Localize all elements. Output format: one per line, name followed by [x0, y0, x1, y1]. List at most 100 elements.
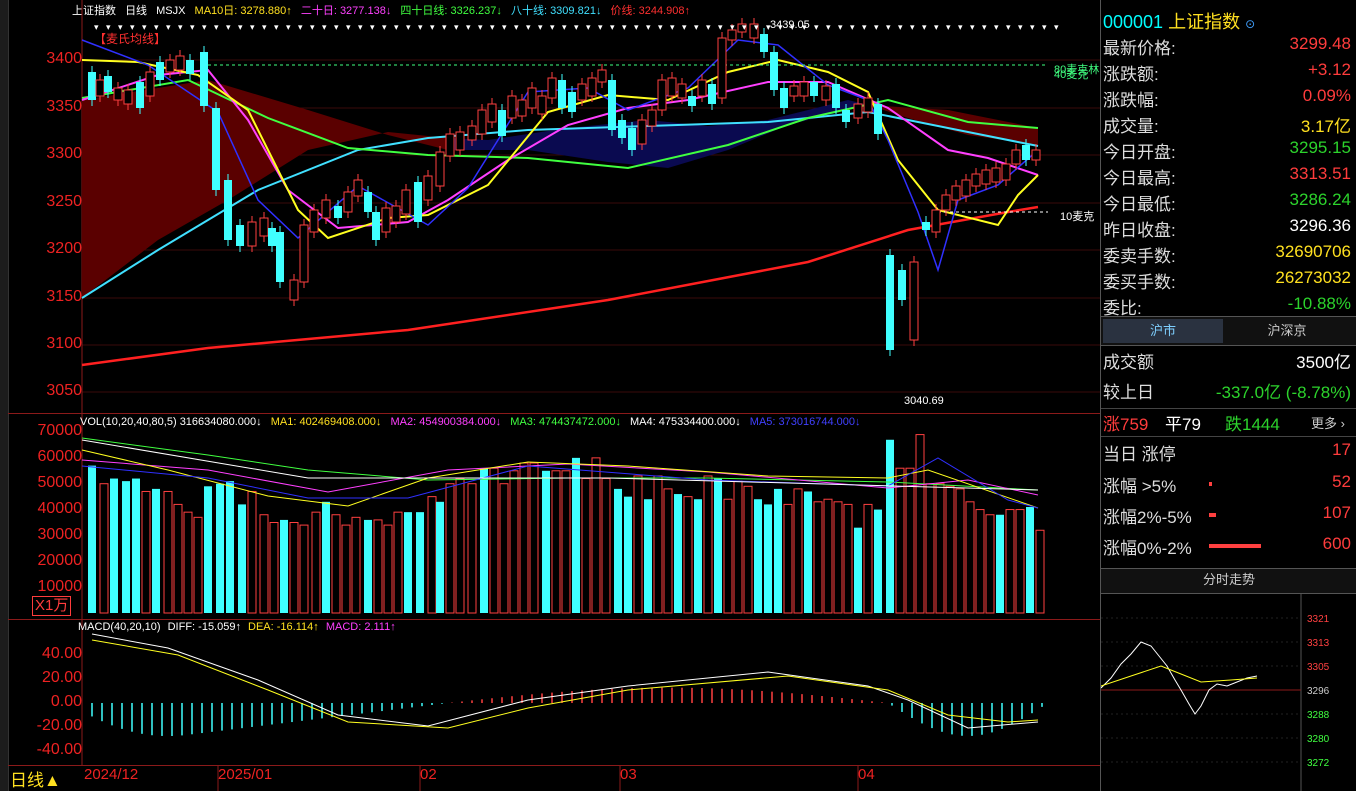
macd-dea: DEA: -16.114↑ — [248, 621, 319, 633]
candle-body — [343, 191, 353, 213]
quote-panel: 000001 上证指数 ⊙ 最新价格: 3299.48 涨跌额: +3.12 涨跌幅: 0… — [1100, 0, 1356, 791]
quote-value: 3295.15 — [1289, 138, 1351, 157]
candle-body — [898, 270, 906, 300]
time-tick-label: 04 — [858, 766, 875, 783]
time-tick-label: 2024/12 — [84, 766, 139, 783]
marker-dot: ▾ — [442, 22, 447, 32]
quote-row: 今日最高: 3313.51 — [1103, 164, 1351, 190]
marker-dot: ▾ — [166, 22, 171, 32]
volume-bar — [996, 514, 1004, 613]
period-selector[interactable]: 日线▲ — [10, 766, 61, 791]
down-count: 跌1444 — [1225, 415, 1280, 434]
volume-bar — [247, 490, 257, 614]
gain5-bar — [1209, 482, 1212, 486]
mini-tick-label: 3313 — [1307, 638, 1330, 649]
info-icon[interactable]: ⊙ — [1245, 17, 1255, 31]
volume-bar — [793, 488, 803, 614]
marker-dot: ▾ — [478, 22, 483, 32]
candle-body — [971, 173, 981, 187]
tab-hsj[interactable]: 沪深京 — [1225, 319, 1349, 343]
quote-label: 最新价格: — [1103, 39, 1176, 58]
tab-sh[interactable]: 沪市 — [1103, 319, 1223, 343]
volume-bar — [955, 488, 965, 614]
marker-dot: ▾ — [514, 22, 519, 32]
quote-label: 成交量: — [1103, 117, 1159, 136]
candle-body — [688, 96, 696, 106]
candle-body — [832, 84, 840, 108]
marker-dot: ▾ — [742, 22, 747, 32]
quote-value: 3313.51 — [1289, 164, 1351, 183]
volume-bar — [183, 511, 193, 614]
volume-bar — [542, 470, 550, 613]
candle-body — [123, 89, 133, 105]
volume-bar — [674, 494, 682, 613]
chart-area[interactable]: 上证指数 日线 MSJX MA10日: 3278.880↑ 二十日: 3277.… — [8, 0, 1100, 791]
marker-dot: ▾ — [946, 22, 951, 32]
volume-bar — [364, 519, 372, 613]
volume-bar — [843, 503, 853, 614]
marker-dot: ▾ — [994, 22, 999, 32]
price-annotation: 3040.69 — [904, 395, 944, 407]
divider — [1101, 408, 1356, 409]
candle-body — [200, 52, 208, 106]
marker-dot: ▾ — [754, 22, 759, 32]
intraday-mini-chart: 3321 3313 3305 3296 3288 3280 3272 — [1101, 594, 1330, 791]
volume-bar — [416, 512, 424, 613]
candle-body — [1031, 149, 1041, 161]
quote-row: 委买手数: 26273032 — [1103, 268, 1351, 294]
candle-body — [186, 60, 194, 74]
marker-dot: ▾ — [694, 22, 699, 32]
candle-body — [104, 76, 112, 92]
marker-dot: ▾ — [1006, 22, 1011, 32]
volume-bar — [694, 499, 702, 613]
candle-body — [799, 81, 809, 97]
compare-row: 较上日 -337.0亿 (-8.78%) — [1103, 383, 1351, 402]
gain5-row: 涨幅 >5% 52 — [1103, 472, 1351, 496]
volume-bar — [331, 514, 341, 614]
candle-body — [487, 103, 497, 123]
candle-body — [212, 108, 220, 190]
candle-body — [414, 182, 422, 222]
volume-bar — [529, 462, 539, 614]
quote-value: 3299.48 — [1289, 34, 1351, 53]
quote-value: 26273032 — [1275, 268, 1351, 287]
volume-bar — [833, 501, 843, 614]
volume-bar — [783, 503, 793, 614]
volume-legend: VOL(10,20,40,80,5) 316634080.000↓ MA1: 4… — [80, 416, 860, 428]
marker-dot: ▾ — [382, 22, 387, 32]
marker-dot: ▾ — [790, 22, 795, 32]
marker-dot: ▾ — [322, 22, 327, 32]
marker-dot: ▾ — [622, 22, 627, 32]
marker-dot: ▾ — [814, 22, 819, 32]
volume-bar — [895, 467, 905, 614]
volume-bar — [723, 498, 733, 614]
marker-dot: ▾ — [262, 22, 267, 32]
volume-bar — [122, 481, 130, 613]
volume-bar — [854, 527, 862, 613]
candle-body — [175, 55, 185, 71]
candle-body — [276, 232, 284, 282]
candle-body — [717, 37, 727, 99]
candle-body — [810, 82, 818, 96]
volume-bar — [383, 524, 393, 614]
market-tabs: 沪市 沪深京 — [1101, 316, 1356, 346]
marker-dot: ▾ — [886, 22, 891, 32]
marker-dot: ▾ — [346, 22, 351, 32]
marker-dot: ▾ — [394, 22, 399, 32]
candle-body — [637, 119, 647, 145]
volume-bar — [152, 488, 160, 613]
marker-dot: ▾ — [226, 22, 231, 32]
candle-body — [156, 62, 164, 80]
volume-bar — [289, 522, 299, 614]
volume-bar — [581, 478, 591, 614]
candle-body — [922, 222, 930, 230]
vol-ma4: MA4: 475334400.000↓ — [630, 416, 741, 428]
marker-dot: ▾ — [874, 22, 879, 32]
candle-body — [951, 185, 961, 201]
mini-title[interactable]: 分时走势 — [1101, 568, 1356, 594]
macd-diff: DIFF: -15.059↑ — [167, 621, 241, 633]
more-link[interactable]: 更多 › — [1311, 413, 1345, 432]
volume-bar — [216, 483, 224, 613]
candle-body — [507, 95, 517, 119]
macd-dea-line — [91, 639, 1039, 729]
